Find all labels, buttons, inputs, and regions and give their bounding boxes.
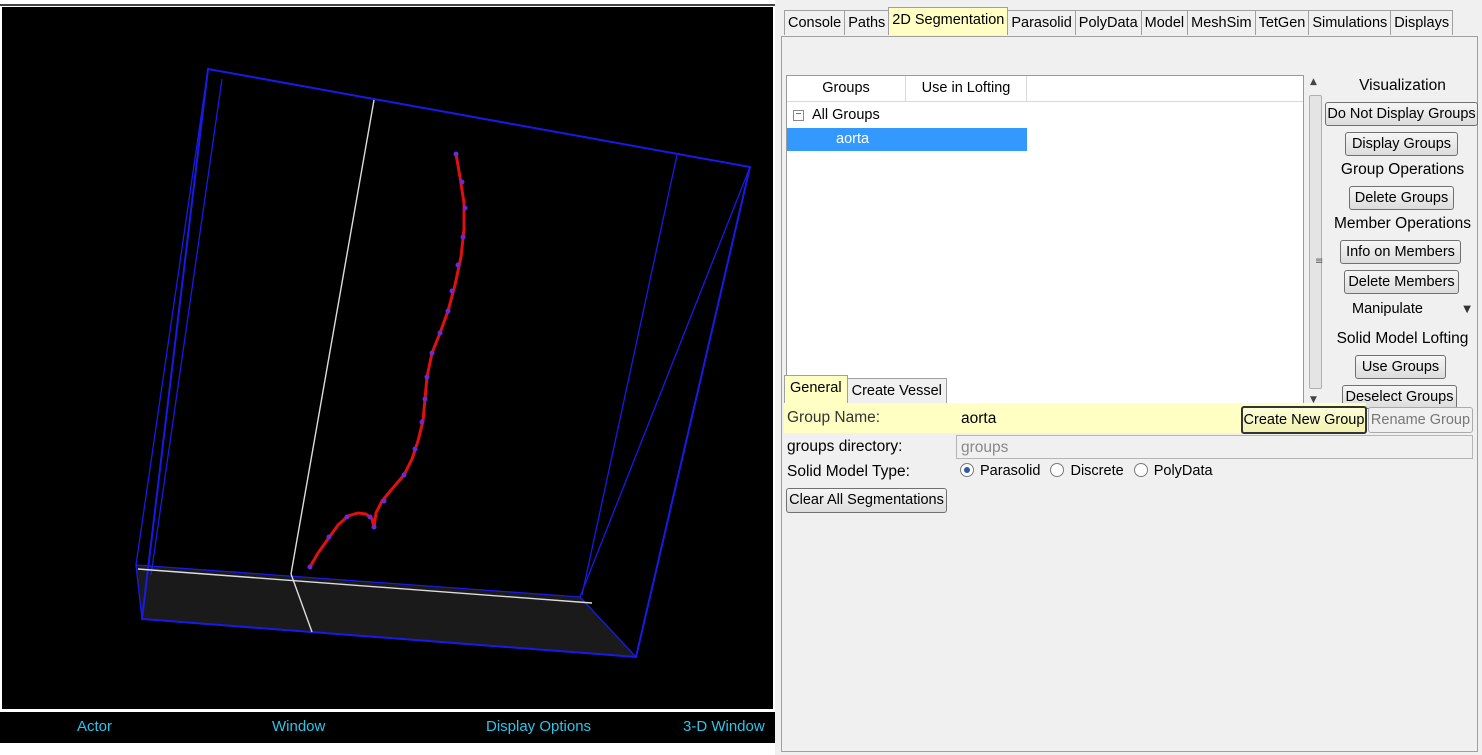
bounding-box-wireframe	[135, 67, 752, 659]
radio-polydata-label: PolyData	[1153, 463, 1213, 479]
tab-meshsim[interactable]: MeshSim	[1187, 10, 1256, 35]
path-control-points	[307, 151, 468, 570]
radio-unselected-icon[interactable]	[1050, 463, 1065, 477]
solid-model-type-radio-group: Parasolid Discrete PolyData	[960, 463, 1213, 479]
control-panel: Console Paths 2D Segmentation Parasolid …	[779, 0, 1482, 755]
create-new-group-button[interactable]: Create New Group	[1241, 406, 1367, 434]
visualization-label: Visualization	[1359, 77, 1446, 94]
tab-2d-segmentation[interactable]: 2D Segmentation	[888, 7, 1009, 35]
sub-tab-bar: General Create Vessel	[784, 375, 947, 404]
status-window-label: Window	[272, 718, 326, 735]
tab-model[interactable]: Model	[1140, 10, 1189, 35]
solid-model-type-label: Solid Model Type:	[787, 463, 910, 480]
groups-directory-input[interactable]: groups	[956, 435, 1473, 459]
radio-selected-icon[interactable]	[960, 463, 974, 477]
manipulate-dropdown[interactable]: Manipulate ▼	[1325, 301, 1477, 323]
radio-unselected-icon[interactable]	[1133, 463, 1148, 477]
axis-lines	[137, 99, 593, 633]
scrollbar-thumb[interactable]: ≡	[1309, 95, 1324, 389]
tree-item-aorta[interactable]: aorta	[787, 128, 1027, 151]
delete-groups-button[interactable]: Delete Groups	[1349, 186, 1454, 210]
tree-root-all-groups[interactable]: − All Groups	[787, 104, 1027, 127]
group-name-label: Group Name:	[787, 409, 881, 426]
viewport-top-border	[0, 4, 775, 6]
tab-tetgen[interactable]: TetGen	[1254, 10, 1310, 35]
3d-scene	[135, 67, 752, 659]
rename-group-button[interactable]: Rename Group	[1368, 407, 1473, 433]
tree-scrollbar[interactable]: ▲ ≡ ▼	[1306, 75, 1323, 409]
tab-content-frame: Groups Use in Lofting − All Groups aorta…	[781, 36, 1478, 752]
manipulate-label: Manipulate	[1352, 301, 1423, 317]
groups-tree[interactable]: Groups Use in Lofting − All Groups aorta	[786, 75, 1304, 411]
status-display-options-label: Display Options	[486, 718, 592, 735]
tab-parasolid[interactable]: Parasolid	[1007, 10, 1076, 35]
collapse-icon[interactable]: −	[793, 110, 804, 121]
clear-all-segmentations-button[interactable]: Clear All Segmentations	[786, 488, 947, 513]
tree-item-label: aorta	[836, 131, 870, 147]
render-viewport-panel: Actor Window Display Options 3-D Window	[0, 0, 775, 755]
aorta-centerline-path	[308, 153, 466, 568]
group-name-input[interactable]: aorta	[956, 406, 1238, 430]
tree-header: Groups Use in Lofting	[787, 76, 1303, 102]
solid-model-lofting-label: Solid Model Lofting	[1336, 330, 1469, 347]
display-groups-button[interactable]: Display Groups	[1345, 132, 1458, 156]
radio-parasolid[interactable]: Parasolid	[960, 463, 1040, 479]
groups-directory-label: groups directory:	[787, 438, 903, 455]
3d-render-window[interactable]	[2, 7, 773, 709]
delete-members-button[interactable]: Delete Members	[1344, 270, 1459, 294]
scroll-up-arrow-icon[interactable]: ▲	[1310, 77, 1317, 87]
dropdown-arrow-icon[interactable]: ▼	[1463, 304, 1471, 315]
status-3d-window-label: 3-D Window	[683, 718, 765, 735]
radio-discrete[interactable]: Discrete	[1050, 463, 1124, 479]
info-on-members-button[interactable]: Info on Members	[1340, 240, 1461, 264]
tab-polydata[interactable]: PolyData	[1074, 10, 1142, 35]
use-groups-button[interactable]: Use Groups	[1355, 355, 1446, 379]
tab-displays[interactable]: Displays	[1390, 10, 1454, 35]
tab-general[interactable]: General	[784, 375, 848, 403]
tab-console[interactable]: Console	[784, 10, 846, 35]
tree-root-label: All Groups	[812, 107, 880, 123]
tab-create-vessel[interactable]: Create Vessel	[846, 378, 947, 403]
grip-icon: ≡	[1315, 256, 1324, 267]
group-actions-column: Visualization Do Not Display Groups Disp…	[1325, 75, 1480, 411]
member-operations-label: Member Operations	[1334, 215, 1471, 232]
floor-image-plane	[136, 565, 636, 657]
column-header-use-in-lofting[interactable]: Use in Lofting	[906, 76, 1027, 101]
column-header-groups[interactable]: Groups	[787, 76, 906, 101]
main-tab-bar: Console Paths 2D Segmentation Parasolid …	[784, 7, 1454, 36]
general-form: Group Name: aorta Create New Group Renam…	[784, 403, 1476, 523]
radio-polydata[interactable]: PolyData	[1133, 463, 1213, 479]
status-actor-label: Actor	[77, 718, 113, 735]
tab-paths[interactable]: Paths	[844, 10, 890, 35]
radio-discrete-label: Discrete	[1070, 463, 1124, 479]
tab-simulations[interactable]: Simulations	[1308, 10, 1392, 35]
radio-parasolid-label: Parasolid	[980, 463, 1041, 479]
group-operations-label: Group Operations	[1340, 161, 1465, 178]
do-not-display-groups-button[interactable]: Do Not Display Groups	[1325, 102, 1478, 126]
render-status-bar: Actor Window Display Options 3-D Window	[0, 712, 775, 743]
